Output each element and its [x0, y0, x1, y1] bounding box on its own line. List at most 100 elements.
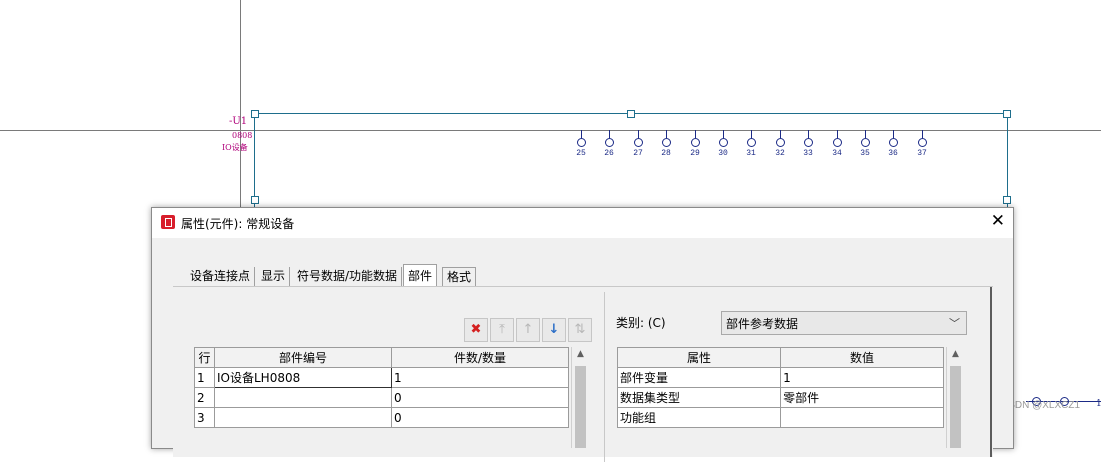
panel-divider [604, 292, 605, 462]
pin-stem [638, 130, 639, 138]
column-header-part-number[interactable]: 部件编号 [214, 347, 392, 368]
selection-handle[interactable] [627, 110, 635, 118]
scroll-thumb[interactable] [575, 366, 586, 448]
column-header-row-number[interactable]: 行 [194, 347, 215, 368]
pin-number-label: 32 [775, 149, 785, 158]
component-description: IO设备 [222, 143, 248, 152]
pin-stem [808, 130, 809, 138]
property-name-cell: 部件变量 [616, 367, 782, 388]
pin-stem [581, 130, 582, 138]
table-row[interactable]: 数据集类型 零部件 [616, 387, 944, 408]
pin-connection-point[interactable] [691, 138, 700, 147]
table-row[interactable]: 3 0 [194, 407, 569, 428]
column-header-property[interactable]: 属性 [616, 347, 782, 368]
pin-stem [609, 130, 610, 138]
pin-number-label: 27 [633, 149, 643, 158]
category-label: 类别: (C) [616, 316, 666, 330]
pin-number-label: 31 [746, 149, 756, 158]
category-select[interactable]: 部件参考数据 ﹀ [721, 311, 967, 335]
table-row[interactable]: 部件变量 1 [616, 367, 944, 388]
table-row[interactable]: 功能组 [616, 407, 944, 428]
selection-handle[interactable] [251, 110, 259, 118]
table-row[interactable]: 1 IO设备LH0808 1 [194, 367, 569, 388]
properties-table-scrollbar[interactable]: ▲ [946, 347, 964, 448]
component-frame[interactable] [254, 113, 1008, 208]
pin-connection-point[interactable] [634, 138, 643, 147]
dialog-title: 属性(元件): 常规设备 [181, 217, 295, 231]
table-row[interactable]: 2 0 [194, 387, 569, 408]
pin-connection-point[interactable] [861, 138, 870, 147]
pin-connection-point[interactable] [804, 138, 813, 147]
move-top-icon[interactable]: ⤒ [490, 318, 514, 342]
pin-stem [751, 130, 752, 138]
delete-icon[interactable]: ✖ [464, 318, 488, 342]
property-name-cell: 数据集类型 [616, 387, 782, 408]
pin-number-label: 36 [888, 149, 898, 158]
quantity-cell[interactable]: 0 [391, 387, 569, 408]
row-number: 2 [194, 387, 215, 408]
quantity-cell[interactable]: 1 [391, 367, 569, 388]
pin-stem [695, 130, 696, 138]
pin-number-label: 37 [917, 149, 927, 158]
tab-parts[interactable]: 部件 [403, 264, 438, 288]
property-value-cell[interactable]: 零部件 [780, 387, 944, 408]
category-select-value: 部件参考数据 [726, 317, 799, 331]
dialog-titlebar[interactable]: 属性(元件): 常规设备 ✕ [152, 208, 1013, 238]
component-tag: -U1 [229, 116, 248, 127]
part-number-cell[interactable] [214, 387, 392, 408]
pin-stem [666, 130, 667, 138]
row-number: 1 [194, 367, 215, 388]
pin-number-label: 34 [832, 149, 842, 158]
pin-number-label: 28 [661, 149, 671, 158]
column-header-quantity[interactable]: 件数/数量 [391, 347, 569, 368]
chevron-down-icon: ﹀ [949, 317, 960, 330]
selection-handle[interactable] [1003, 196, 1011, 204]
pin-connection-point[interactable] [747, 138, 756, 147]
pin-connection-point[interactable] [719, 138, 728, 147]
table-header-row: 行 部件编号 件数/数量 [194, 347, 569, 368]
tab-format[interactable]: 格式 [442, 267, 477, 287]
column-header-value[interactable]: 数值 [780, 347, 944, 368]
scroll-up-icon[interactable]: ▲ [572, 349, 589, 359]
close-icon[interactable]: ✕ [991, 212, 1005, 230]
pin-stem [865, 130, 866, 138]
tab-display[interactable]: 显示 [257, 267, 291, 286]
pin-connection-point[interactable] [889, 138, 898, 147]
pin-stem [837, 130, 838, 138]
pin-connection-point[interactable] [577, 138, 586, 147]
selection-handle[interactable] [251, 196, 259, 204]
tab-device-connection-points[interactable]: 设备连接点 [186, 267, 256, 286]
property-name-cell: 功能组 [616, 407, 782, 428]
pin-number-label: 26 [604, 149, 614, 158]
scroll-up-icon[interactable]: ▲ [947, 349, 964, 359]
pin-stem [780, 130, 781, 138]
parts-table: 行 部件编号 件数/数量 1 IO设备LH0808 1 2 0 3 0 [194, 347, 569, 428]
part-number-cell[interactable] [214, 407, 392, 428]
pin-connection-point[interactable] [833, 138, 842, 147]
quantity-cell[interactable]: 0 [391, 407, 569, 428]
pin-connection-point[interactable] [605, 138, 614, 147]
table-header-row: 属性 数值 [616, 347, 944, 368]
property-value-cell[interactable]: 1 [780, 367, 944, 388]
scroll-thumb[interactable] [950, 366, 961, 448]
pin-connection-point[interactable] [776, 138, 785, 147]
row-number: 3 [194, 407, 215, 428]
pin-connection-point[interactable] [662, 138, 671, 147]
pin-number-label: 33 [803, 149, 813, 158]
tab-symbol-function-data[interactable]: 符号数据/功能数据 [293, 267, 403, 286]
move-down-icon[interactable]: ↓ [542, 318, 566, 342]
pin-number-label: 35 [860, 149, 870, 158]
properties-table: 属性 数值 部件变量 1 数据集类型 零部件 功能组 [616, 347, 944, 428]
property-value-cell[interactable] [780, 407, 944, 428]
selection-handle[interactable] [1003, 110, 1011, 118]
sort-icon[interactable]: ⇅ [568, 318, 592, 342]
pin-stem [922, 130, 923, 138]
pin-stem [723, 130, 724, 138]
parts-table-scrollbar[interactable]: ▲ [571, 347, 589, 448]
pin-number-label: 25 [576, 149, 586, 158]
pin-connection-point[interactable] [918, 138, 927, 147]
part-number-cell[interactable]: IO设备LH0808 [214, 367, 392, 388]
properties-dialog: 属性(元件): 常规设备 ✕ 设备连接点 显示 符号数据/功能数据 部件 格式 … [151, 207, 1014, 462]
pin-number-label: 30 [718, 149, 728, 158]
move-up-icon[interactable]: ↑ [516, 318, 540, 342]
